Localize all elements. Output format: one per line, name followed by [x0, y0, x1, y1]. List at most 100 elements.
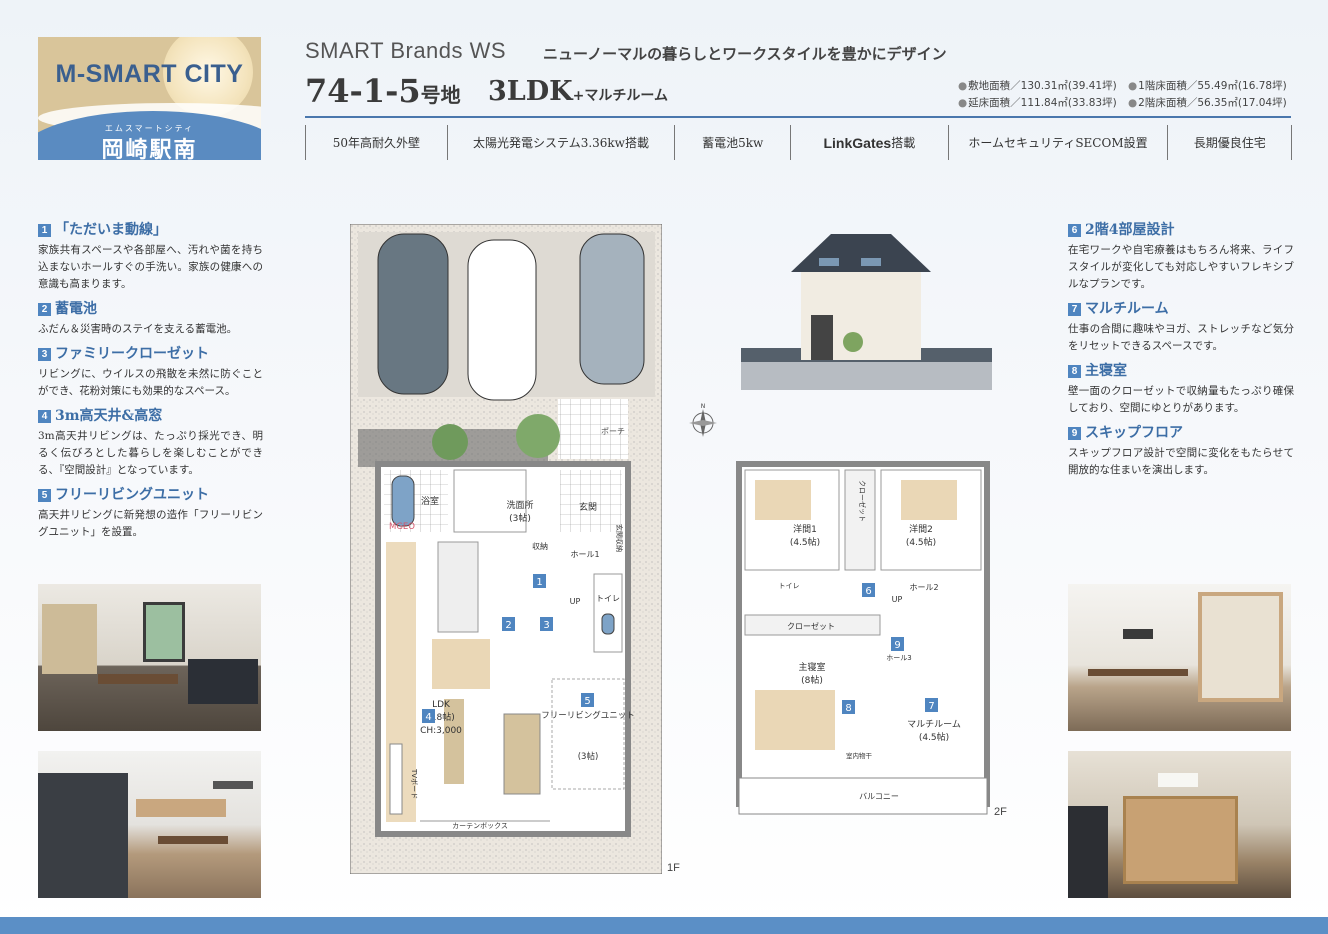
linkgates-logo: LinkGates — [823, 134, 892, 151]
multi-room-label: マルチルーム — [907, 719, 961, 730]
feature-section: 8 主寝室 壁一面のクローゼットで収納量もたっぷり確保しており、空間にゆとりがあり… — [1068, 363, 1294, 417]
floor-plan-2f: 洋間1 (4.5帖) クローゼット 洋間2 (4.5帖) トイレ ホール2 UP… — [736, 461, 990, 815]
up-label-1f: UP — [570, 597, 581, 606]
bottom-band — [0, 917, 1328, 934]
section-number: 5 — [38, 489, 51, 502]
feature-section: 1 「ただいま動線」 家族共有スペースや各部屋へ、汚れや菌を持ち込まないホールすぐ… — [38, 222, 263, 293]
feature-item: 太陽光発電システム3.36kw搭載 — [446, 125, 676, 160]
section-heading: 5 フリーリビングユニット — [38, 487, 263, 504]
lot-number-value: 74-1-5 — [305, 72, 421, 110]
porch-label: ポーチ — [601, 427, 625, 436]
tagline: ニューノーマルの暮らしとワークスタイルを豊かにデザイン — [543, 45, 947, 63]
lot-number-suffix: 号地 — [420, 83, 461, 107]
section-number: 9 — [1068, 427, 1081, 440]
free-living-size: (3帖) — [578, 751, 599, 762]
feature-item: 蓄電池5kw — [674, 125, 792, 160]
hall2-label: ホール2 — [909, 583, 938, 592]
closet-label-2f: クローゼット — [858, 480, 867, 522]
section-number: 6 — [1068, 224, 1081, 237]
brand-logo: M-SMART CITY エムスマートシティ 岡崎駅南 — [38, 37, 261, 160]
logo-name: M-SMART CITY — [55, 60, 244, 88]
master-bedroom-size: (8帖) — [801, 674, 823, 686]
section-heading: 6 2階4部屋設計 — [1068, 222, 1294, 239]
plan-marker: 3 — [543, 620, 549, 631]
entrance-label: 玄関 — [579, 501, 597, 513]
plan-marker: 2 — [505, 620, 511, 631]
section-body: スキップフロア設計で空間に変化をもたらせて開放的な住まいを演出します。 — [1068, 447, 1294, 476]
hall-label: ホール1 — [570, 550, 599, 559]
plan-type-suffix: +マルチルーム — [572, 88, 668, 104]
feature-suffix: 搭載 — [891, 136, 916, 150]
section-title: 蓄電池 — [55, 301, 97, 317]
feature-section: 3 ファミリークローゼット リビングに、ウイルスの飛散を未然に防ぐことができ、花粉… — [38, 346, 263, 400]
section-body: 高天井リビングに新発想の造作「フリーリビングユニット」を設置。 — [38, 509, 263, 538]
plan-marker: 9 — [894, 640, 900, 651]
site-area: 敷地面積／130.31㎡(39.41坪) — [958, 78, 1128, 95]
section-body: 在宅ワークや自宅療養はもちろん将来、ライフスタイルが変化しても対応しやすいフレキ… — [1068, 244, 1294, 290]
plan-marker: 5 — [584, 696, 590, 707]
entrance-storage-label: 玄関収納 — [615, 524, 624, 552]
logo-place: 岡崎駅南 — [101, 138, 198, 160]
left-feature-list: 1 「ただいま動線」 家族共有スペースや各部屋へ、汚れや菌を持ち込まないホールすぐ… — [38, 222, 263, 549]
washroom-label: 洗面所 — [506, 499, 533, 511]
section-number: 1 — [38, 224, 51, 237]
section-heading: 1 「ただいま動線」 — [38, 222, 263, 239]
tv-board-label: TVボード — [410, 768, 418, 799]
feature-bar: 50年高耐久外壁 太陽光発電システム3.36kw搭載 蓄電池5kw LinkGa… — [305, 125, 1293, 160]
plan-marker: 1 — [536, 577, 542, 588]
svg-text:N: N — [701, 403, 706, 410]
section-title: フリーリビングユニット — [55, 487, 209, 503]
feature-section: 7 マルチルーム 仕事の合間に趣味やヨガ、ストレッチなど気分をリセットできるスペー… — [1068, 301, 1294, 355]
feature-section: 6 2階4部屋設計 在宅ワークや自宅療養はもちろん将来、ライフスタイルが変化しても… — [1068, 222, 1294, 293]
room2-size: (4.5帖) — [906, 536, 936, 548]
plan-marker: 8 — [845, 703, 851, 714]
floor-plan-1f: ポーチ 浴室 MGEO 洗面所 (3帖) 玄関 玄関収納 収納 ホール1 UP … — [350, 224, 662, 874]
section-title: 3m高天井&高窓 — [55, 408, 163, 424]
feature-item: LinkGates 搭載 — [790, 125, 949, 160]
section-number: 8 — [1068, 365, 1081, 378]
feature-item: 50年高耐久外壁 — [305, 125, 448, 160]
section-number: 4 — [38, 410, 51, 423]
feature-item: 長期優良住宅 — [1167, 125, 1293, 160]
right-feature-list: 6 2階4部屋設計 在宅ワークや自宅療養はもちろん将来、ライフスタイルが変化しても… — [1068, 222, 1294, 487]
section-heading: 3 ファミリークローゼット — [38, 346, 263, 363]
room1-label: 洋間1 — [793, 523, 817, 535]
floor-label-1f: 1F — [667, 862, 680, 874]
brand-title: SMART Brands WS — [305, 38, 507, 63]
section-title: スキップフロア — [1085, 425, 1183, 441]
section-title: ファミリークローゼット — [55, 346, 209, 362]
up-label-2f: UP — [892, 595, 903, 604]
bath-label: 浴室 — [421, 495, 439, 507]
ldk-label: LDK — [432, 700, 451, 710]
section-body: ふだん＆災害時のステイを支える蓄電池。 — [38, 323, 238, 335]
section-title: 「ただいま動線」 — [55, 222, 167, 238]
floor2-area: 2階床面積／56.35㎡(17.04坪) — [1128, 95, 1298, 112]
plan-marker: 7 — [928, 701, 934, 712]
compass-icon: N — [689, 403, 717, 437]
curtain-box-label: カーテンボックス — [452, 822, 508, 830]
section-body: 3m高天井リビングは、たっぷり採光でき、明るく伝びろとした暮らしを楽しむことがで… — [38, 430, 263, 476]
hall3-label: ホール3 — [886, 654, 911, 662]
section-heading: 9 スキップフロア — [1068, 425, 1294, 442]
interior-photo-multi-room — [1068, 751, 1291, 898]
total-floor-area: 延床面積／111.84㎡(33.83坪) — [958, 95, 1128, 112]
room2-label: 洋間2 — [909, 523, 933, 535]
plan-marker: 4 — [425, 712, 431, 723]
balcony-label: バルコニー — [859, 792, 899, 801]
header-divider — [305, 116, 1291, 118]
room1-size: (4.5帖) — [790, 536, 820, 548]
plan-type-value: 3LDK — [488, 76, 573, 107]
section-body: 仕事の合間に趣味やヨガ、ストレッチなど気分をリセットできるスペースです。 — [1068, 323, 1294, 352]
feature-section: 9 スキップフロア スキップフロア設計で空間に変化をもたらせて開放的な住まいを演出… — [1068, 425, 1294, 479]
master-bedroom-label: 主寝室 — [798, 661, 825, 673]
exterior-illustration — [741, 234, 992, 390]
mgeo-label: MGEO — [389, 522, 415, 532]
toilet-label-1f: トイレ — [596, 594, 620, 603]
master-closet-label: クローゼット — [787, 621, 835, 631]
interior-photo-dining — [38, 751, 261, 898]
floor1-area: 1階床面積／55.49㎡(16.78坪) — [1128, 78, 1298, 95]
section-body: リビングに、ウイルスの飛散を未然に防ぐことができ、花粉対策にも効果的なスペース。 — [38, 368, 263, 397]
feature-section: 4 3m高天井&高窓 3m高天井リビングは、たっぷり採光でき、明るく伝びろとした暮… — [38, 408, 263, 479]
washroom-size: (3帖) — [509, 512, 531, 524]
interior-photo-skip-floor — [1068, 584, 1291, 731]
